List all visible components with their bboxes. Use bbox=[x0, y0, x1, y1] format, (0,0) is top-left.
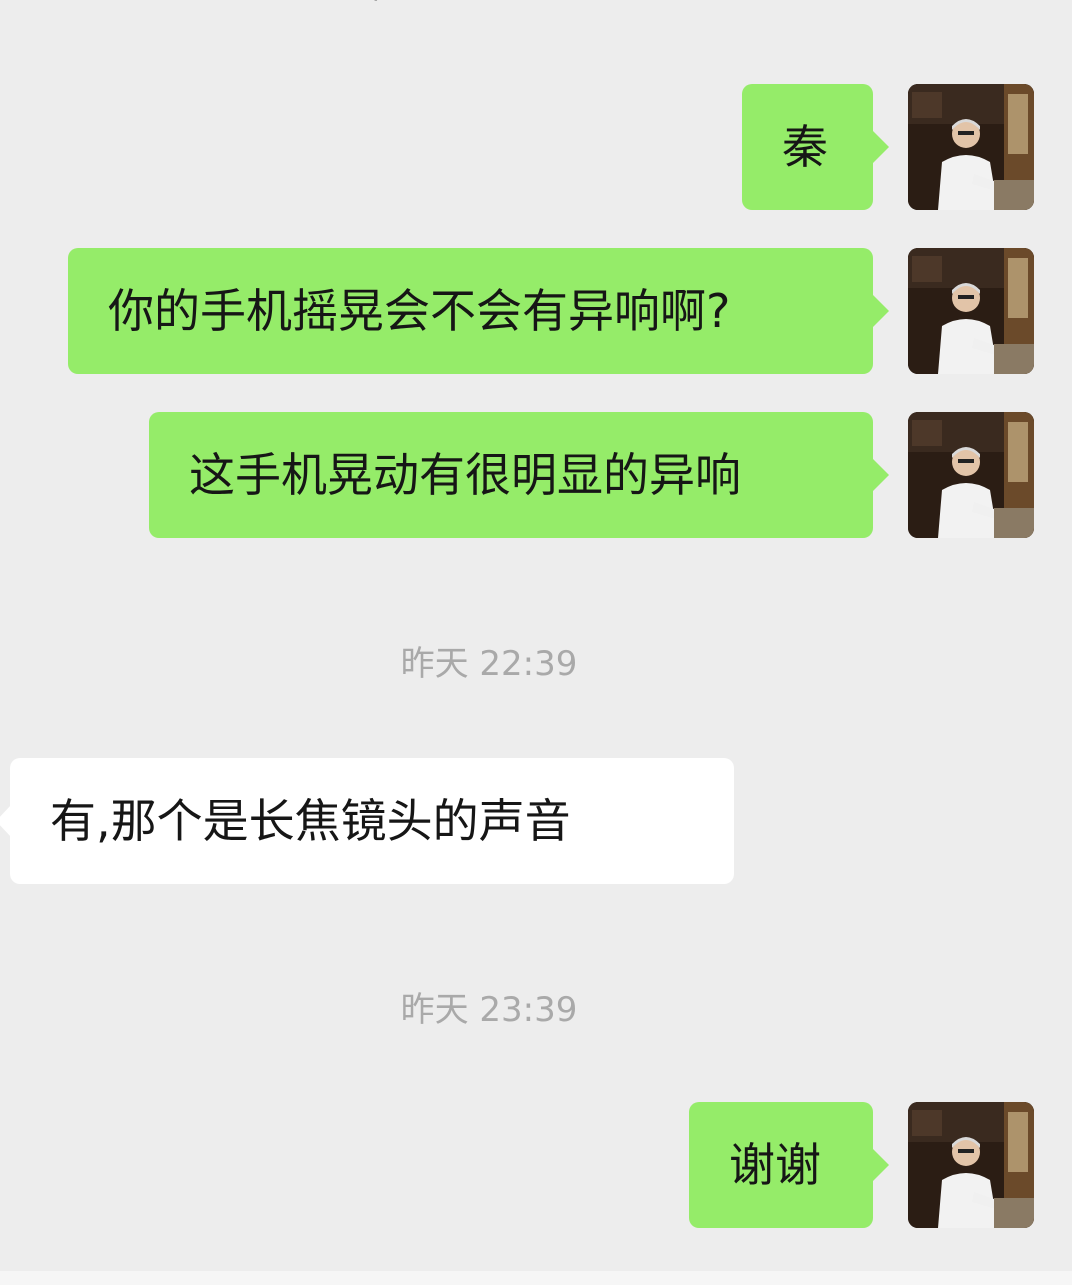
avatar[interactable] bbox=[908, 412, 1034, 538]
message-text: 谢谢 bbox=[729, 1138, 821, 1192]
input-bar-edge bbox=[0, 1271, 1072, 1285]
user-photo-avatar-icon bbox=[908, 412, 1034, 538]
avatar[interactable] bbox=[908, 248, 1034, 374]
user-photo-avatar-icon bbox=[908, 248, 1034, 374]
message-text: 这手机晃动有很明显的异响 bbox=[189, 448, 741, 502]
outgoing-message-bubble[interactable]: 谢谢 bbox=[689, 1102, 889, 1228]
outgoing-message-bubble[interactable]: 秦 bbox=[742, 84, 889, 210]
message-text: 有,那个是长焦镜头的声音 bbox=[50, 794, 571, 848]
outgoing-message-bubble[interactable]: 你的手机摇晃会不会有异响啊? bbox=[68, 248, 889, 374]
message-text: 秦 bbox=[782, 120, 828, 174]
timestamp: 昨天 23:39 bbox=[400, 990, 578, 1030]
message-text: 你的手机摇晃会不会有异响啊? bbox=[108, 284, 731, 338]
avatar[interactable] bbox=[908, 1102, 1034, 1228]
incoming-message-bubble[interactable]: 有,那个是长焦镜头的声音 bbox=[0, 758, 734, 884]
outgoing-message-bubble[interactable]: 这手机晃动有很明显的异响 bbox=[149, 412, 889, 538]
user-photo-avatar-icon bbox=[908, 1102, 1034, 1228]
avatar[interactable] bbox=[908, 84, 1034, 210]
user-photo-avatar-icon bbox=[908, 84, 1034, 210]
chat-window: · 秦 你的手机摇晃会不会有异响啊? 这手机晃动有很明显的异响 昨天 22:39… bbox=[0, 0, 1072, 1285]
clipped-timestamp-fragment: · bbox=[372, 0, 380, 14]
timestamp: 昨天 22:39 bbox=[400, 644, 578, 684]
